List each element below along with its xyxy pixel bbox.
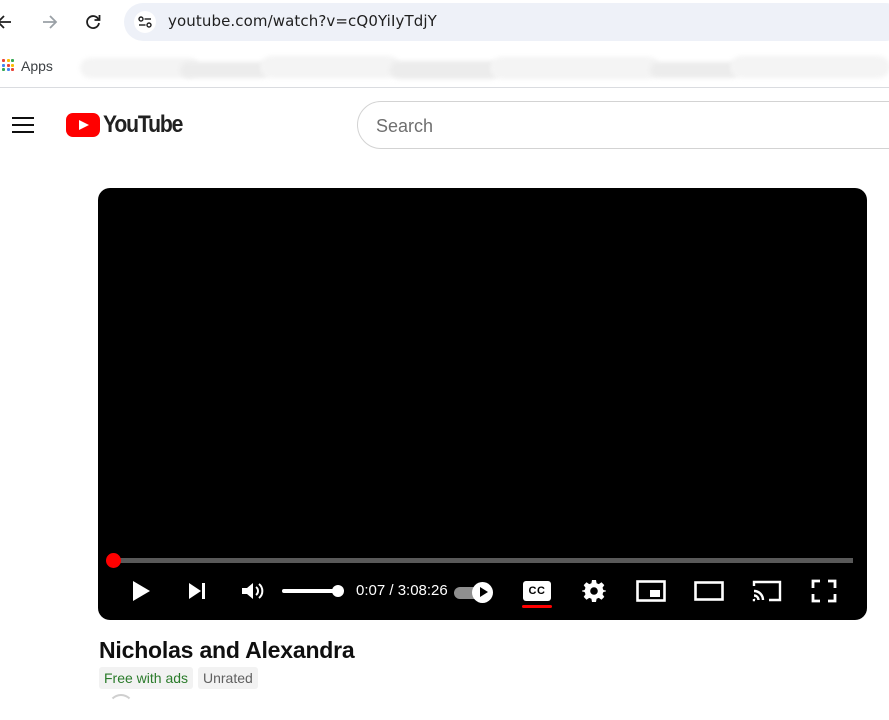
mute-button[interactable]: [238, 576, 268, 606]
youtube-logo-text: YouTube: [103, 111, 183, 138]
youtube-logo-icon: [66, 113, 100, 137]
video-title: Nicholas and Alexandra: [99, 637, 355, 663]
progress-bar[interactable]: [113, 558, 853, 563]
skip-next-icon: [189, 583, 205, 599]
theater-mode-icon: [694, 581, 724, 601]
cast-button[interactable]: [751, 576, 783, 606]
free-with-ads-badge: Free with ads: [99, 667, 194, 689]
youtube-masthead: YouTube: [0, 89, 889, 161]
settings-button[interactable]: [579, 576, 609, 606]
next-button[interactable]: [182, 576, 212, 606]
captions-button[interactable]: CC: [522, 576, 552, 606]
search-box[interactable]: [357, 101, 889, 149]
fullscreen-button[interactable]: [809, 576, 839, 606]
captions-active-indicator: [522, 605, 552, 608]
channel-avatar[interactable]: [108, 694, 134, 720]
back-arrow-icon: [0, 15, 11, 29]
address-bar[interactable]: youtube.com/watch?v=cQ0YiIyTdjY: [124, 3, 889, 41]
bookmarks-bar: Apps: [0, 44, 889, 88]
play-icon: [133, 581, 150, 601]
play-button[interactable]: [126, 576, 156, 606]
theater-mode-button[interactable]: [693, 576, 725, 606]
redacted-bookmarks: [70, 52, 889, 84]
volume-knob[interactable]: [332, 585, 344, 597]
hamburger-menu-icon[interactable]: [8, 110, 38, 140]
browser-toolbar: youtube.com/watch?v=cQ0YiIyTdjY: [0, 0, 889, 44]
autoplay-play-icon: [472, 582, 493, 603]
gear-icon: [582, 580, 606, 602]
volume-slider[interactable]: [282, 582, 344, 600]
video-player[interactable]: 0:07 / 3:08:26 CC: [98, 188, 867, 620]
volume-icon: [242, 583, 264, 599]
progress-scrubber[interactable]: [106, 553, 121, 568]
cast-icon: [752, 580, 782, 602]
miniplayer-button[interactable]: [636, 576, 666, 606]
reload-button[interactable]: [80, 9, 106, 35]
forward-arrow-icon: [43, 15, 58, 29]
captions-label: CC: [523, 581, 551, 601]
fullscreen-icon: [811, 579, 837, 603]
forward-button[interactable]: [36, 9, 62, 35]
reload-icon: [86, 15, 101, 29]
apps-bookmark[interactable]: Apps: [21, 58, 53, 74]
time-display: 0:07 / 3:08:26: [356, 582, 448, 599]
url-text: youtube.com/watch?v=cQ0YiIyTdjY: [168, 12, 437, 30]
search-input[interactable]: [376, 114, 876, 138]
apps-grid-icon[interactable]: [2, 59, 14, 71]
rating-badge: Unrated: [198, 667, 258, 689]
back-button[interactable]: [0, 9, 18, 35]
autoplay-toggle[interactable]: [454, 582, 496, 603]
site-settings-icon[interactable]: [134, 11, 156, 33]
miniplayer-icon: [636, 580, 666, 602]
youtube-logo[interactable]: YouTube: [66, 111, 193, 139]
